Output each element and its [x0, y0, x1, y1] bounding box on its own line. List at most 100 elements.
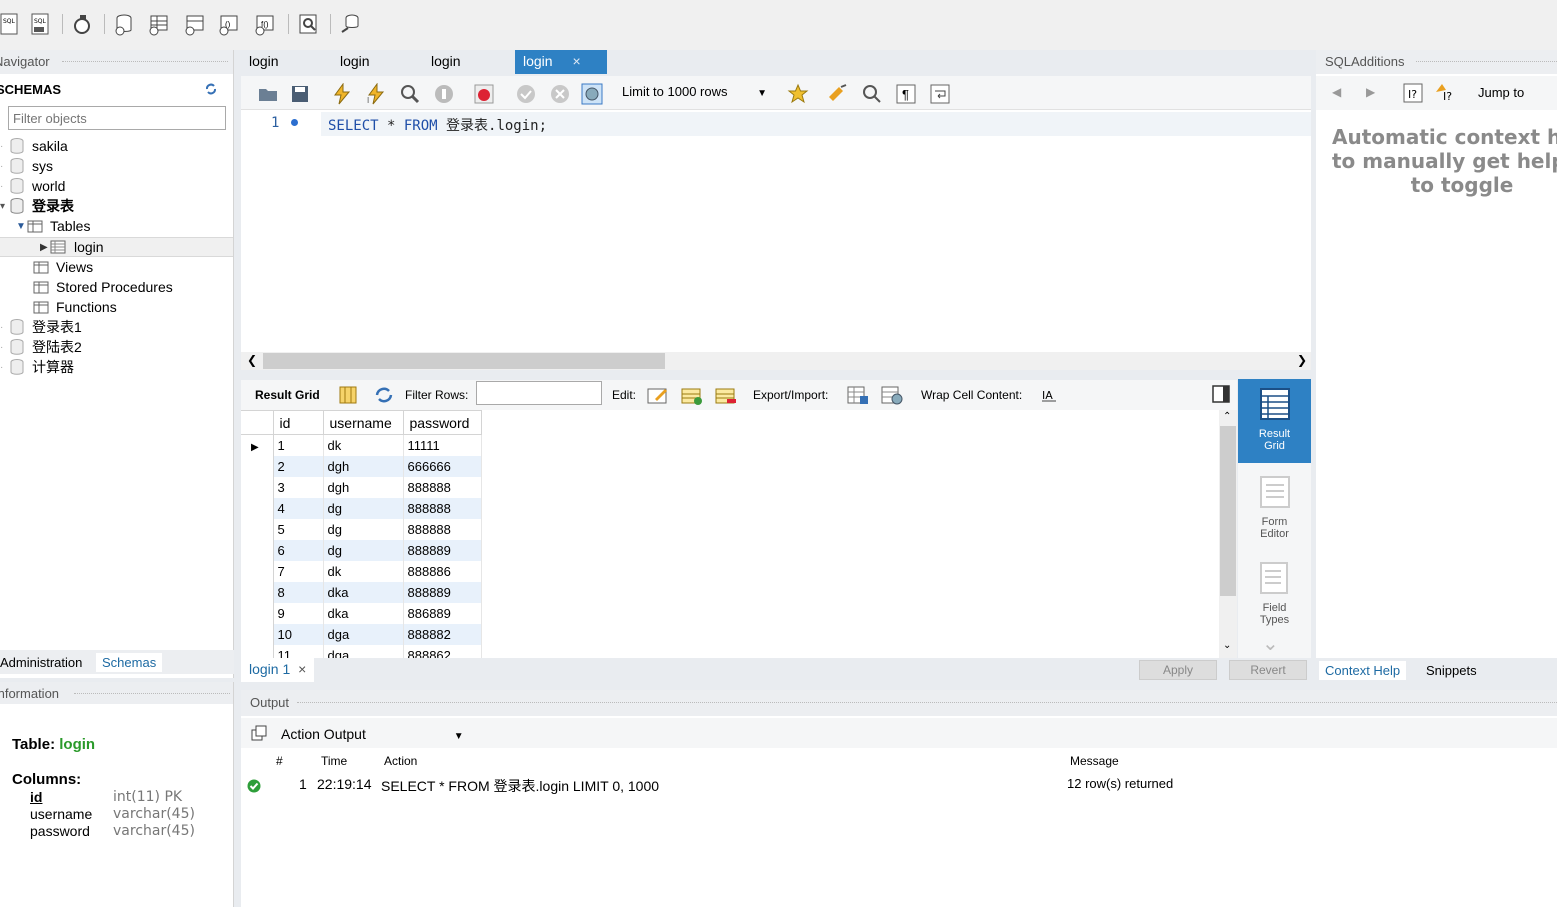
- cell-id[interactable]: 1: [273, 434, 324, 456]
- sql-statement[interactable]: SELECT * FROM 登录表.login;: [328, 115, 547, 135]
- create-view-icon[interactable]: [184, 12, 206, 36]
- form-editor-button[interactable]: Form Editor: [1238, 467, 1311, 551]
- grid-layout-icon[interactable]: [339, 386, 357, 404]
- tab-login-1[interactable]: login: [241, 50, 287, 74]
- column-header-id[interactable]: id: [272, 410, 324, 435]
- row-selector[interactable]: [241, 518, 274, 540]
- cell-password[interactable]: 888862: [403, 644, 482, 658]
- result-grid-button[interactable]: Result Grid: [1238, 379, 1311, 463]
- stop-icon[interactable]: [433, 83, 455, 105]
- row-selector[interactable]: [241, 497, 274, 519]
- table-row[interactable]: 9 dka 886889: [241, 602, 482, 624]
- output-type-select[interactable]: Action Output ▼: [281, 726, 464, 742]
- cell-username[interactable]: dk: [323, 434, 404, 456]
- result-grid-label[interactable]: Result Grid: [255, 388, 320, 402]
- scroll-left-icon[interactable]: ❮: [247, 353, 257, 367]
- invisible-chars-icon[interactable]: ¶: [895, 83, 917, 105]
- edit-row-icon[interactable]: [647, 385, 669, 405]
- search-table-data-icon[interactable]: [298, 12, 320, 36]
- scroll-right-icon[interactable]: ❯: [1297, 353, 1307, 367]
- tab-schemas[interactable]: Schemas: [96, 653, 163, 672]
- close-tab-icon[interactable]: ×: [298, 661, 306, 677]
- cell-id[interactable]: 4: [273, 497, 324, 519]
- table-item-login[interactable]: ▶ login: [40, 237, 104, 257]
- find-icon[interactable]: [861, 83, 883, 105]
- cell-password[interactable]: 888889: [403, 539, 482, 561]
- filter-objects-input[interactable]: [8, 106, 226, 130]
- cell-password[interactable]: 888888: [403, 497, 482, 519]
- insert-row-icon[interactable]: [681, 385, 703, 405]
- limit-rows-select[interactable]: Limit to 1000 rows ▼: [622, 84, 767, 99]
- commit-icon[interactable]: [515, 83, 537, 105]
- tab-snippets[interactable]: Snippets: [1420, 661, 1483, 680]
- row-selector[interactable]: [241, 455, 274, 477]
- tables-folder[interactable]: ▼ Tables: [16, 216, 90, 236]
- reconnect-icon[interactable]: [340, 12, 362, 36]
- manual-help-icon[interactable]: I?: [1402, 82, 1424, 104]
- cell-id[interactable]: 5: [273, 518, 324, 540]
- cell-password[interactable]: 888888: [403, 476, 482, 498]
- copy-icon[interactable]: [251, 725, 267, 741]
- create-table-icon[interactable]: [148, 12, 170, 36]
- result-grid[interactable]: id username password ▶ 1 dk 11111 2 dgh 666666…: [241, 410, 1219, 658]
- table-row[interactable]: 5 dg 888888: [241, 518, 482, 540]
- wrap-cell-icon[interactable]: IA: [1041, 387, 1057, 403]
- schema-item-world[interactable]: · world: [0, 176, 65, 196]
- open-folder-icon[interactable]: [257, 83, 279, 105]
- functions-folder[interactable]: Functions: [32, 297, 117, 317]
- import-icon[interactable]: [881, 385, 903, 405]
- toggle-stop-on-error-icon[interactable]: [473, 83, 495, 105]
- revert-button[interactable]: Revert: [1229, 660, 1307, 680]
- column-header-username[interactable]: username: [322, 410, 404, 435]
- editor-horizontal-scrollbar[interactable]: ❮ ❯: [241, 352, 1311, 370]
- tab-login-active[interactable]: login ×: [515, 50, 607, 74]
- table-row[interactable]: ▶ 1 dk 11111: [241, 434, 482, 456]
- cell-password[interactable]: 11111: [403, 434, 482, 456]
- new-sql-tab-icon[interactable]: SQL: [0, 12, 22, 36]
- cell-password[interactable]: 888888: [403, 518, 482, 540]
- refresh-icon[interactable]: [204, 82, 218, 96]
- row-selector[interactable]: [241, 539, 274, 561]
- table-row[interactable]: 3 dgh 888888: [241, 476, 482, 498]
- beautify-icon[interactable]: [827, 83, 849, 105]
- result-tab-login-1[interactable]: login 1 ×: [241, 658, 315, 682]
- tab-login-3[interactable]: login: [423, 50, 469, 74]
- rollback-icon[interactable]: [549, 83, 571, 105]
- cell-password[interactable]: 888889: [403, 581, 482, 603]
- tab-administration[interactable]: Administration: [0, 653, 88, 672]
- schema-item-sakila[interactable]: · sakila: [0, 136, 68, 156]
- tab-login-2[interactable]: login: [332, 50, 378, 74]
- cell-username[interactable]: dg: [323, 497, 404, 519]
- scrollbar-thumb[interactable]: [1220, 426, 1236, 596]
- cell-username[interactable]: dka: [323, 581, 404, 603]
- table-row[interactable]: 7 dk 888886: [241, 560, 482, 582]
- cell-id[interactable]: 8: [273, 581, 324, 603]
- cell-id[interactable]: 9: [273, 602, 324, 624]
- cell-password[interactable]: 886889: [403, 602, 482, 624]
- schema-item-jisuanqi[interactable]: · 计算器: [0, 357, 74, 377]
- table-row[interactable]: 4 dg 888888: [241, 497, 482, 519]
- row-selector[interactable]: ▶: [241, 434, 274, 456]
- cell-username[interactable]: dgh: [323, 455, 404, 477]
- create-procedure-icon[interactable]: (): [218, 12, 240, 36]
- expanded-arrow-icon[interactable]: ▾: [0, 201, 10, 212]
- refresh-icon[interactable]: [374, 386, 394, 404]
- row-selector[interactable]: [241, 623, 274, 645]
- execute-icon[interactable]: [331, 83, 353, 105]
- column-header-password[interactable]: password: [402, 410, 482, 435]
- cell-id[interactable]: 2: [273, 455, 324, 477]
- cell-username[interactable]: dga: [323, 644, 404, 658]
- export-icon[interactable]: [847, 385, 869, 405]
- schema-item-sys[interactable]: · sys: [0, 156, 53, 176]
- schema-item-denglubiao1[interactable]: · 登录表1: [0, 317, 82, 337]
- table-row[interactable]: 6 dg 888889: [241, 539, 482, 561]
- cell-username[interactable]: dka: [323, 602, 404, 624]
- save-icon[interactable]: [289, 83, 311, 105]
- table-row[interactable]: 8 dka 888889: [241, 581, 482, 603]
- create-schema-icon[interactable]: [114, 12, 136, 36]
- expanded-arrow-icon[interactable]: ▼: [16, 221, 26, 232]
- cell-password[interactable]: 666666: [403, 455, 482, 477]
- table-row[interactable]: 11 dga 888862: [241, 644, 482, 658]
- grid-vertical-scrollbar[interactable]: ⌃ ⌄: [1219, 410, 1237, 658]
- toggle-panel-icon[interactable]: [1211, 384, 1231, 404]
